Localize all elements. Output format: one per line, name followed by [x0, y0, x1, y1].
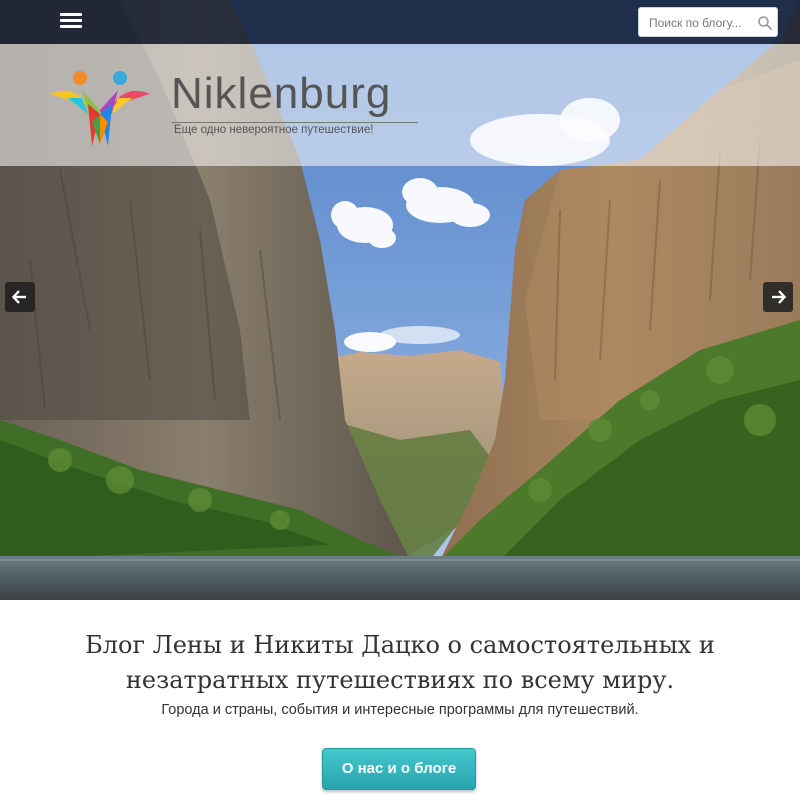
colorful-figures-logo[interactable] [48, 64, 152, 148]
search-input[interactable] [649, 14, 753, 32]
slider-next-button[interactable] [763, 282, 793, 312]
search-icon[interactable] [757, 15, 773, 31]
intro-subline: Города и страны, события и интересные пр… [161, 702, 639, 718]
title-underline [172, 122, 418, 123]
hamburger-menu-icon[interactable] [58, 10, 84, 34]
arrow-right-icon [772, 290, 787, 304]
arrow-left-icon [11, 290, 26, 304]
intro-section: Блог Лены и Никиты Дацко о самостоятельн… [0, 600, 800, 800]
site-title[interactable]: Niklenburg [171, 72, 391, 116]
top-navbar [0, 0, 800, 44]
site-header: Niklenburg Еще одно невероятное путешест… [0, 44, 800, 166]
about-blog-button[interactable]: О нас и о блоге [322, 748, 476, 790]
headline-line-1: Блог Лены и Никиты Дацко о самостоятельн… [85, 631, 715, 659]
site-tagline: Еще одно невероятное путешествие! [174, 124, 374, 136]
headline-line-2: незатратных путешествиях по всему миру. [125, 666, 675, 694]
hero-slider: Niklenburg Еще одно невероятное путешест… [0, 0, 800, 600]
intro-headline: Блог Лены и Никиты Дацко о самостоятельн… [30, 628, 770, 698]
slider-prev-button[interactable] [5, 282, 35, 312]
search-box [638, 7, 778, 37]
